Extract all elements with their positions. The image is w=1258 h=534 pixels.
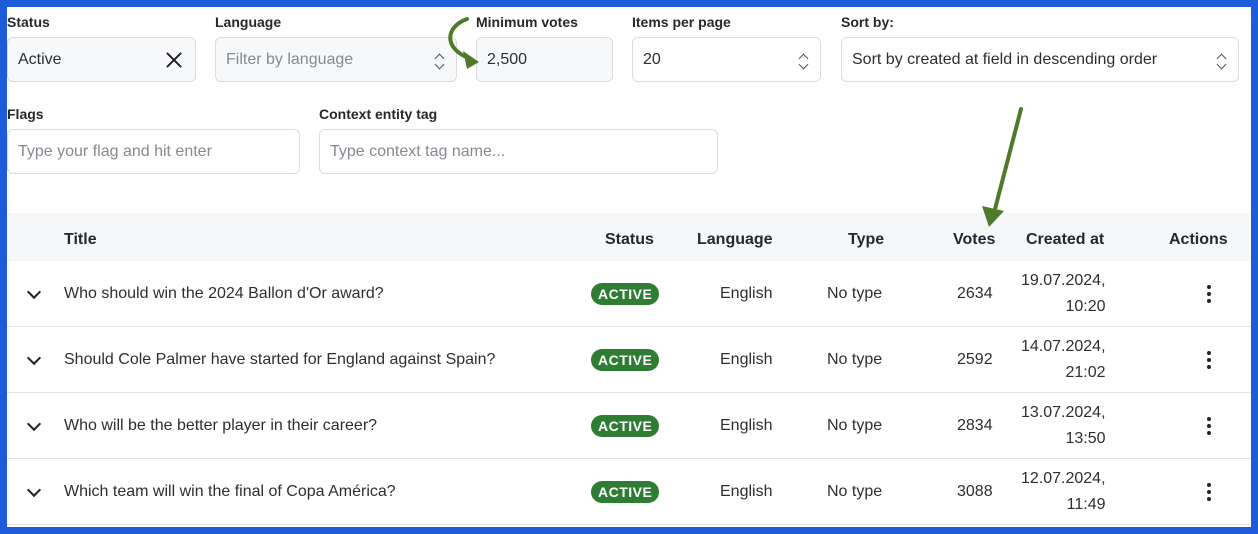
status-badge: ACTIVE <box>591 283 660 305</box>
table-row[interactable]: Who will be the better player in their c… <box>7 393 1251 459</box>
context-tag-label: Context entity tag <box>319 106 438 122</box>
chevron-down-icon <box>26 284 42 299</box>
row-actions-button[interactable] <box>1207 393 1211 459</box>
row-created-at: 19.07.2024, 10:20 <box>1021 261 1106 327</box>
row-actions-button[interactable] <box>1207 459 1211 525</box>
min-votes-input[interactable]: 2,500 <box>476 37 613 82</box>
chevron-down-icon <box>26 416 42 431</box>
row-created-time: 13:50 <box>1065 430 1106 447</box>
row-type: No type <box>827 285 883 302</box>
more-vertical-icon[interactable] <box>1207 351 1211 369</box>
row-type: No type <box>827 417 883 434</box>
status-filter-label: Status <box>7 14 50 30</box>
column-header-type[interactable]: Type <box>848 213 884 266</box>
status-badge: ACTIVE <box>591 349 660 371</box>
row-created-date: 13.07.2024, <box>1021 404 1106 421</box>
table-header: Title Status Language Type Votes Created… <box>7 213 1251 266</box>
context-tag-input[interactable]: Type context tag name... <box>319 129 718 174</box>
row-created-date: 12.07.2024, <box>1021 470 1106 487</box>
row-title[interactable]: Who will be the better player in their c… <box>64 393 377 459</box>
row-title[interactable]: Who should win the 2024 Ballon d'Or awar… <box>64 261 384 327</box>
more-vertical-icon[interactable] <box>1207 483 1211 501</box>
row-title[interactable]: Should Cole Palmer have started for Engl… <box>64 327 495 393</box>
row-language: English <box>720 285 773 302</box>
row-type: No type <box>827 351 883 368</box>
context-tag-placeholder: Type context tag name... <box>330 142 506 160</box>
sort-by-value: Sort by created at field in descending o… <box>852 50 1158 68</box>
language-filter-label: Language <box>215 14 282 30</box>
row-votes: 2834 <box>957 417 993 434</box>
sort-by-label: Sort by: <box>841 14 894 30</box>
expand-row-button[interactable] <box>26 327 42 393</box>
flags-placeholder: Type your flag and hit enter <box>18 142 212 160</box>
expand-row-button[interactable] <box>26 261 42 327</box>
more-vertical-icon[interactable] <box>1207 285 1211 303</box>
column-header-status[interactable]: Status <box>605 213 654 266</box>
expand-row-button[interactable] <box>26 459 42 525</box>
row-votes: 2634 <box>957 285 993 302</box>
column-header-title[interactable]: Title <box>64 213 97 266</box>
table-row[interactable]: Should Cole Palmer have started for Engl… <box>7 327 1251 393</box>
status-badge: ACTIVE <box>591 481 660 503</box>
flags-label: Flags <box>7 106 44 122</box>
row-created-time: 10:20 <box>1065 298 1106 315</box>
min-votes-label: Minimum votes <box>476 14 578 30</box>
row-actions-button[interactable] <box>1207 261 1211 327</box>
items-per-page-value: 20 <box>643 50 661 68</box>
items-per-page-label: Items per page <box>632 14 731 30</box>
column-header-created-at[interactable]: Created at <box>1026 213 1104 266</box>
flags-input[interactable]: Type your flag and hit enter <box>7 129 300 174</box>
row-created-time: 11:49 <box>1066 496 1106 513</box>
row-votes: 2592 <box>957 351 993 368</box>
sort-by-select[interactable]: Sort by created at field in descending o… <box>841 37 1239 82</box>
row-created-date: 19.07.2024, <box>1021 272 1106 289</box>
clear-icon[interactable] <box>163 49 185 71</box>
row-created-at: 12.07.2024, 11:49 <box>1021 459 1106 525</box>
language-filter-placeholder: Filter by language <box>226 50 354 68</box>
row-created-at: 13.07.2024, 13:50 <box>1021 393 1106 459</box>
row-language: English <box>720 483 773 500</box>
row-created-time: 21:02 <box>1065 364 1106 381</box>
row-votes: 3088 <box>957 483 993 500</box>
chevron-updown-icon <box>1214 50 1228 70</box>
row-language: English <box>720 351 773 368</box>
more-vertical-icon[interactable] <box>1207 417 1211 435</box>
column-header-language[interactable]: Language <box>697 213 773 266</box>
row-actions-button[interactable] <box>1207 327 1211 393</box>
chevron-down-icon <box>26 482 42 497</box>
annotation-arrow-votes <box>982 107 1023 227</box>
table-row[interactable]: Who should win the 2024 Ballon d'Or awar… <box>7 261 1251 327</box>
table-row[interactable]: Which team will win the final of Copa Am… <box>7 459 1251 525</box>
chevron-updown-icon <box>796 50 810 70</box>
min-votes-value: 2,500 <box>487 50 528 68</box>
language-filter-select[interactable]: Filter by language <box>215 37 457 82</box>
column-header-actions: Actions <box>1169 231 1228 248</box>
expand-row-button[interactable] <box>26 393 42 459</box>
row-created-date: 14.07.2024, <box>1021 338 1106 355</box>
annotation-arrow-min-votes <box>448 17 479 69</box>
chevron-down-icon <box>26 350 42 365</box>
filters-and-table-panel: Status Active Language Filter by languag… <box>7 7 1251 527</box>
row-type: No type <box>827 483 883 500</box>
items-per-page-select[interactable]: 20 <box>632 37 821 82</box>
status-badge: ACTIVE <box>591 415 660 437</box>
status-filter-select[interactable]: Active <box>7 37 196 82</box>
status-filter-value: Active <box>18 50 62 68</box>
row-language: English <box>720 417 773 434</box>
row-title[interactable]: Which team will win the final of Copa Am… <box>64 459 396 525</box>
row-created-at: 14.07.2024, 21:02 <box>1021 327 1106 393</box>
